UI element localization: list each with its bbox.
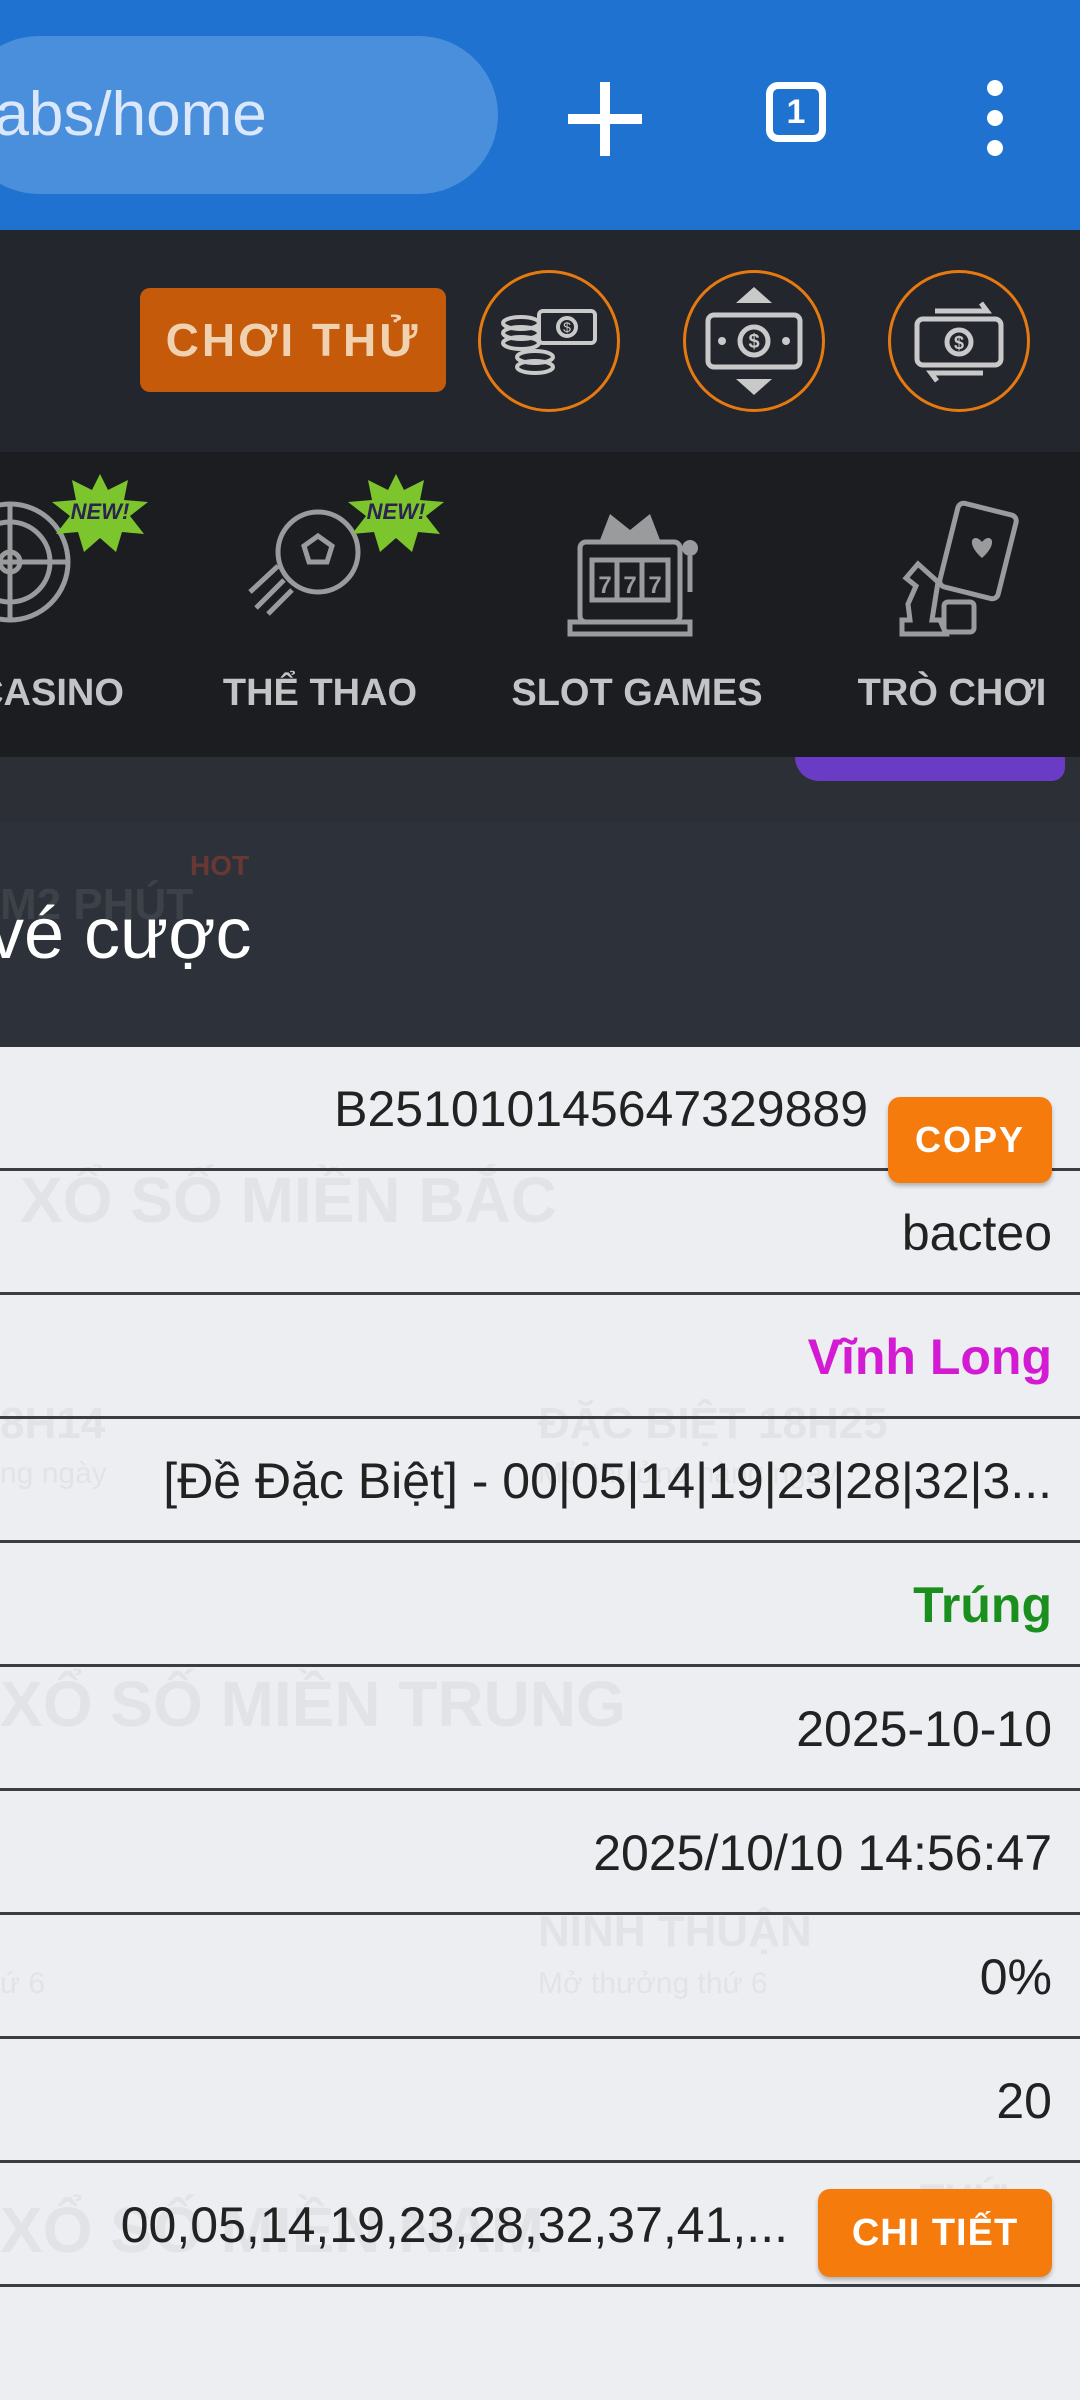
next-row [0,2287,1080,2400]
numbers-row: 00,05,14,19,23,28,32,37,41,... CHI TIẾT [0,2163,1080,2287]
rebate-percent: 0% [979,1949,1052,2005]
svg-text:$: $ [954,333,964,353]
banner-decoration [795,757,1065,781]
svg-text:7: 7 [648,572,661,599]
province-name: Vĩnh Long [807,1329,1052,1385]
more-menu-icon[interactable] [980,78,1010,158]
rebate-row: 0% [0,1915,1080,2039]
category-label: CASINO [0,672,124,714]
svg-text:7: 7 [598,572,611,599]
draw-date: 2025-10-10 [796,1701,1052,1757]
ticket-id: B25101014564732988​9 [334,1081,868,1137]
cash-transfer-icon[interactable]: $ [683,270,825,412]
category-label: THỂ THAO [222,672,418,714]
bet-type: [Đề Đặc Biệt] - 00|05|14|19|23|28|32|3..… [163,1453,1052,1509]
try-play-button[interactable]: CHƠI THỬ [140,288,446,392]
url-text[interactable]: /tabs/home [0,36,267,194]
status-badge: Trúng [913,1577,1052,1633]
modal-header: HOT M2 PHÚT vé cược [0,822,1080,1047]
browser-toolbar: /tabs/home 1 [0,0,1080,230]
new-badge-icon: NEW! [348,474,444,552]
svg-text:NEW!: NEW! [367,499,426,524]
bet-type-row: [Đề Đặc Biệt] - 00|05|14|19|23|28|32|3..… [0,1419,1080,1543]
svg-text:$: $ [748,331,759,353]
category-strip: NEW! CASINO NEW! THỂ THAO [0,452,1080,757]
site-header: CHƠI THỬ $ $ $ [0,230,1080,452]
category-label: TRÒ CHƠI [857,672,1047,714]
category-sports[interactable]: NEW! THỂ THAO [218,452,444,757]
address-bar[interactable]: /tabs/home [0,36,498,194]
username-row: bacteo [0,1171,1080,1295]
slot-machine-icon: 7 7 7 [567,514,698,637]
draw-date-row: 2025-10-10 [0,1667,1080,1791]
new-badge-icon: NEW! [52,474,148,552]
svg-text:$: $ [563,319,571,335]
ticket-details: XỔ SỐ MIỀN BẮC 8H14 ĐẶC BIỆT 18H25 ng ng… [0,1047,1080,2400]
cash-exchange-icon[interactable]: $ [888,270,1030,412]
category-slot-games[interactable]: 7 7 7 SLOT GAMES [510,452,764,757]
status-row: Trúng [0,1543,1080,1667]
svg-text:7: 7 [623,572,636,599]
coins-deposit-icon[interactable]: $ [478,270,620,412]
new-tab-icon[interactable] [562,76,648,162]
count-row: 20 [0,2039,1080,2163]
bet-time-row: 2025/10/10 14:56:47 [0,1791,1080,1915]
bet-numbers: 00,05,14,19,23,28,32,37,41,... [120,2197,788,2253]
tab-switcher-button[interactable]: 1 [766,82,826,142]
category-casino[interactable]: NEW! CASINO [0,452,148,757]
bet-count: 20 [996,2073,1052,2129]
modal-title: vé cược [0,894,252,974]
detail-button[interactable]: CHI TIẾT [818,2189,1052,2277]
bet-time: 2025/10/10 14:56:47 [593,1825,1052,1881]
svg-text:NEW!: NEW! [71,499,130,524]
chess-cards-icon [899,500,1019,637]
username: bacteo [901,1205,1052,1261]
province-row: Vĩnh Long [0,1295,1080,1419]
category-label: SLOT GAMES [511,672,763,714]
ticket-id-row: B25101014564732988​9 COPY [0,1047,1080,1183]
category-games[interactable]: TRÒ CHƠI [852,452,1052,757]
